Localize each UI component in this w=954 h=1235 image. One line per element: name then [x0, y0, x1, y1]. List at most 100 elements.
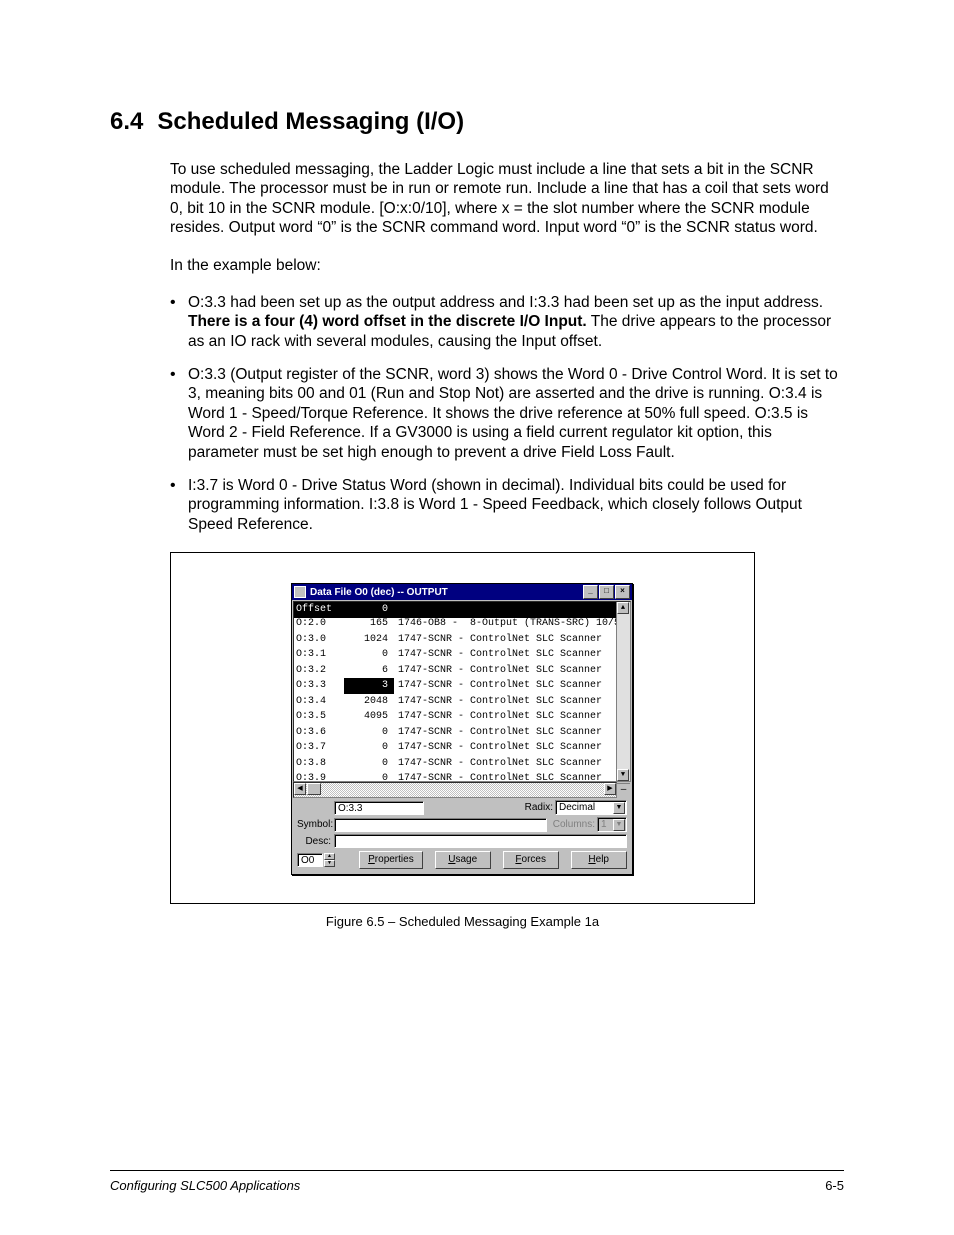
cell-value[interactable]: 0	[344, 725, 394, 741]
address-field[interactable]: O:3.3	[334, 801, 424, 815]
cell-value[interactable]: 6	[344, 663, 394, 679]
figure-frame: Data File O0 (dec) -- OUTPUT _ □ × Offse…	[170, 552, 755, 904]
close-button[interactable]: ×	[615, 585, 630, 599]
bullet-list: O:3.3 had been set up as the output addr…	[170, 293, 844, 534]
cell-offset: O:3.5	[296, 709, 344, 725]
table-row[interactable]: O:3.901747-SCNR - ControlNet SLC Scanner	[294, 771, 630, 782]
cell-desc: 1747-SCNR - ControlNet SLC Scanner	[394, 740, 628, 756]
scroll-right-button[interactable]: ▶	[604, 783, 616, 795]
scroll-up-button[interactable]: ▲	[617, 602, 629, 614]
data-file-window: Data File O0 (dec) -- OUTPUT _ □ × Offse…	[291, 583, 633, 875]
cell-value[interactable]: 0	[344, 740, 394, 756]
symbol-field[interactable]	[334, 818, 547, 832]
cell-offset: O:3.7	[296, 740, 344, 756]
cell-offset: O:3.3	[296, 678, 344, 694]
table-row[interactable]: O:3.420481747-SCNR - ControlNet SLC Scan…	[294, 694, 630, 710]
footer-left: Configuring SLC500 Applications	[110, 1178, 300, 1193]
minimize-button[interactable]: _	[583, 585, 598, 599]
radix-label: Radix:	[525, 802, 553, 813]
cell-desc: 1746-OB8 - 8-Output (TRANS-SRC) 10/50	[394, 616, 628, 632]
vertical-scrollbar[interactable]: ▲ ▼	[616, 602, 630, 781]
cell-value[interactable]: 0	[344, 647, 394, 663]
table-row[interactable]: O:3.701747-SCNR - ControlNet SLC Scanner	[294, 740, 630, 756]
cell-desc: 1747-SCNR - ControlNet SLC Scanner	[394, 663, 628, 679]
chevron-down-icon: ▼	[613, 819, 625, 831]
bullet-1-a: O:3.3 had been set up as the output addr…	[188, 294, 823, 311]
cell-desc: 1747-SCNR - ControlNet SLC Scanner	[394, 756, 628, 772]
cell-value[interactable]: 4095	[344, 709, 394, 725]
cell-desc: 1747-SCNR - ControlNet SLC Scanner	[394, 771, 628, 782]
paragraph-example-lead: In the example below:	[170, 256, 844, 275]
desc-label: Desc:	[297, 836, 334, 847]
table-row[interactable]: O:2.01651746-OB8 - 8-Output (TRANS-SRC) …	[294, 616, 630, 632]
chevron-down-icon[interactable]: ▼	[613, 802, 625, 814]
cell-offset: O:3.6	[296, 725, 344, 741]
radix-dropdown[interactable]: Decimal ▼	[555, 800, 627, 815]
cell-desc: 1747-SCNR - ControlNet SLC Scanner	[394, 632, 628, 648]
window-title: Data File O0 (dec) -- OUTPUT	[310, 587, 583, 598]
figure-caption: Figure 6.5 – Scheduled Messaging Example…	[170, 914, 755, 929]
cell-offset: O:3.0	[296, 632, 344, 648]
cell-desc: 1747-SCNR - ControlNet SLC Scanner	[394, 725, 628, 741]
bullet-3: I:3.7 is Word 0 - Drive Status Word (sho…	[170, 476, 844, 534]
forces-button[interactable]: Forces	[503, 851, 559, 869]
cell-value[interactable]: 0	[344, 756, 394, 772]
paragraph-intro: To use scheduled messaging, the Ladder L…	[170, 160, 844, 238]
grid-header: Offset 0	[294, 602, 617, 618]
radix-value: Decimal	[559, 802, 595, 813]
cell-value[interactable]: 1024	[344, 632, 394, 648]
col-offset: Offset	[296, 602, 344, 618]
scroll-thumb[interactable]	[307, 783, 321, 795]
cell-offset: O:3.2	[296, 663, 344, 679]
cell-offset: O:3.8	[296, 756, 344, 772]
properties-button[interactable]: Properties	[359, 851, 423, 869]
data-grid[interactable]: Offset 0 O:2.01651746-OB8 - 8-Output (TR…	[293, 601, 631, 782]
table-row[interactable]: O:3.010241747-SCNR - ControlNet SLC Scan…	[294, 632, 630, 648]
bullet-2: O:3.3 (Output register of the SCNR, word…	[170, 365, 844, 462]
scroll-corner-minus[interactable]: –	[616, 783, 630, 797]
scroll-down-button[interactable]: ▼	[617, 769, 629, 781]
cell-offset: O:3.1	[296, 647, 344, 663]
bullet-1: O:3.3 had been set up as the output addr…	[170, 293, 844, 351]
help-button[interactable]: Help	[571, 851, 627, 869]
cell-value[interactable]: 0	[344, 771, 394, 782]
window-icon	[294, 586, 306, 598]
window-titlebar[interactable]: Data File O0 (dec) -- OUTPUT _ □ ×	[292, 584, 632, 600]
columns-value: 1	[601, 819, 607, 830]
cell-desc: 1747-SCNR - ControlNet SLC Scanner	[394, 647, 628, 663]
usage-button[interactable]: Usage	[435, 851, 491, 869]
desc-field[interactable]	[334, 834, 627, 848]
scroll-left-button[interactable]: ◀	[294, 783, 306, 795]
cell-offset: O:3.9	[296, 771, 344, 782]
footer-right: 6-5	[825, 1178, 844, 1193]
file-spinner-value[interactable]: O0	[297, 853, 323, 867]
cell-desc: 1747-SCNR - ControlNet SLC Scanner	[394, 709, 628, 725]
footer-rule	[110, 1170, 844, 1171]
cell-desc: 1747-SCNR - ControlNet SLC Scanner	[394, 694, 628, 710]
bullet-1-bold: There is a four (4) word offset in the d…	[188, 313, 587, 330]
cell-desc: 1747-SCNR - ControlNet SLC Scanner	[394, 678, 628, 694]
table-row[interactable]: O:3.331747-SCNR - ControlNet SLC Scanner	[294, 678, 630, 694]
section-number: 6.4	[110, 108, 143, 136]
section-heading: 6.4 Scheduled Messaging (I/O)	[110, 108, 844, 136]
cell-offset: O:3.4	[296, 694, 344, 710]
table-row[interactable]: O:3.801747-SCNR - ControlNet SLC Scanner	[294, 756, 630, 772]
table-row[interactable]: O:3.540951747-SCNR - ControlNet SLC Scan…	[294, 709, 630, 725]
col-value: 0	[344, 602, 394, 618]
spin-down-icon[interactable]: ▼	[324, 860, 335, 867]
table-row[interactable]: O:3.261747-SCNR - ControlNet SLC Scanner	[294, 663, 630, 679]
file-spinner[interactable]: O0 ▲ ▼	[297, 853, 335, 867]
cell-value[interactable]: 165	[344, 616, 394, 632]
columns-dropdown: 1 ▼	[597, 817, 627, 832]
horizontal-scrollbar[interactable]: ◀ ▶	[293, 782, 617, 798]
section-title-text: Scheduled Messaging (I/O)	[157, 108, 464, 135]
symbol-label: Symbol:	[297, 819, 334, 830]
table-row[interactable]: O:3.601747-SCNR - ControlNet SLC Scanner	[294, 725, 630, 741]
table-row[interactable]: O:3.101747-SCNR - ControlNet SLC Scanner	[294, 647, 630, 663]
columns-label: Columns:	[553, 819, 595, 830]
cell-value[interactable]: 2048	[344, 694, 394, 710]
cell-offset: O:2.0	[296, 616, 344, 632]
maximize-button[interactable]: □	[599, 585, 614, 599]
spin-up-icon[interactable]: ▲	[324, 853, 335, 860]
cell-value[interactable]: 3	[344, 678, 394, 694]
